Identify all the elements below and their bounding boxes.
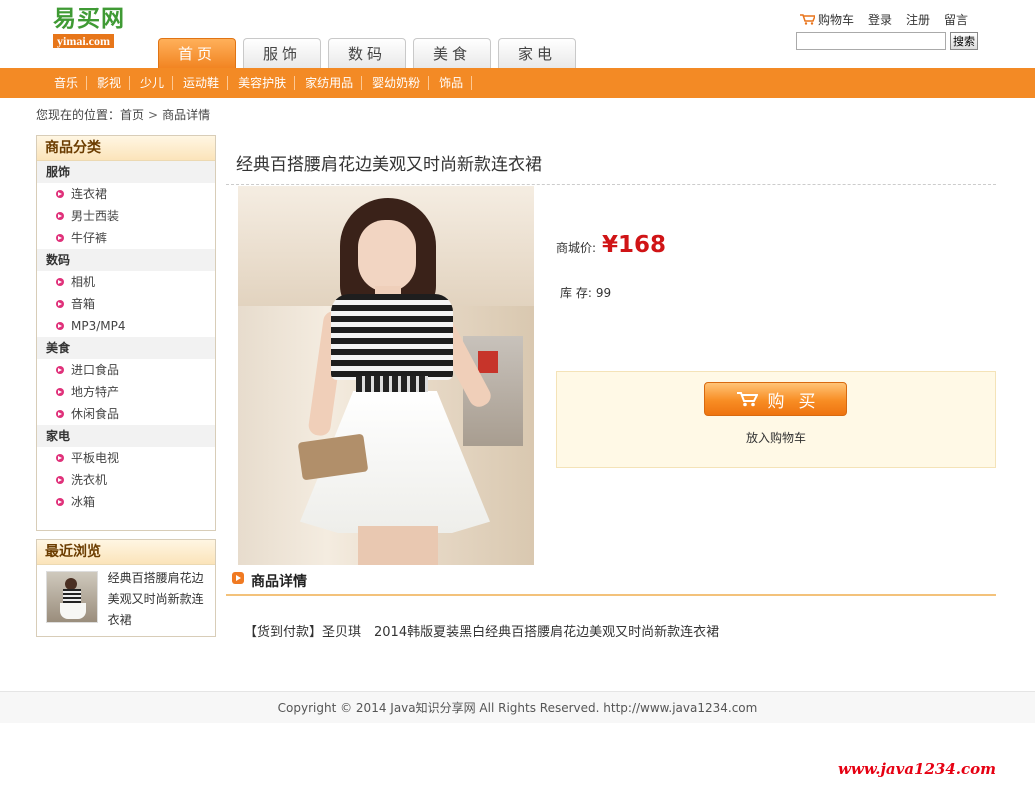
login-link[interactable]: 登录 (868, 11, 892, 28)
bullet-icon (56, 190, 64, 198)
subnav-item[interactable]: 少儿 (130, 76, 174, 90)
category-item[interactable]: 音箱 (37, 293, 215, 315)
tab-clothing[interactable]: 服饰 (243, 38, 321, 68)
product-title: 经典百搭腰肩花边美观又时尚新款连衣裙 (236, 155, 542, 175)
search-button[interactable]: 搜索 (950, 32, 978, 50)
recent-item-title[interactable]: 经典百搭腰肩花边美观又时尚新款连衣裙 (108, 568, 207, 635)
subnav-item[interactable]: 运动鞋 (173, 76, 229, 90)
tab-food[interactable]: 美食 (413, 38, 491, 68)
logo-text: 易买网 (53, 5, 125, 32)
bullet-icon (56, 366, 64, 374)
breadcrumb: 您现在的位置：首页 > 商品详情 (36, 106, 210, 123)
subnav-item[interactable]: 饰品 (429, 76, 473, 90)
category-group[interactable]: 数码 (37, 249, 215, 271)
top-links: 购物车 登录 注册 留言 (800, 11, 968, 28)
price-value: ¥168 (602, 232, 667, 258)
category-item[interactable]: 洗衣机 (37, 469, 215, 491)
tab-appliances[interactable]: 家电 (498, 38, 576, 68)
category-item[interactable]: 地方特产 (37, 381, 215, 403)
category-item[interactable]: 休闲食品 (37, 403, 215, 425)
sub-nav: 音乐 影视 少儿 运动鞋 美容护肤 家纺用品 婴幼奶粉 饰品 (0, 68, 1035, 98)
bullet-icon (56, 476, 64, 484)
category-item[interactable]: 牛仔裤 (37, 227, 215, 249)
cart-link[interactable]: 购物车 (800, 11, 854, 28)
category-box: 商品分类 服饰 连衣裙 男士西装 牛仔裤 数码 相机 音箱 MP3/MP4 美食… (36, 135, 216, 531)
buy-box: 购买 放入购物车 (556, 371, 996, 468)
footer: Copyright © 2014 Java知识分享网 All Rights Re… (0, 691, 1035, 723)
category-item[interactable]: 冰箱 (37, 491, 215, 513)
message-link[interactable]: 留言 (944, 11, 968, 28)
subnav-item[interactable]: 家纺用品 (295, 76, 363, 90)
bullet-icon (56, 388, 64, 396)
bullet-icon (56, 410, 64, 418)
logo-domain: yimai.com (53, 34, 114, 48)
search-input[interactable] (796, 32, 946, 50)
add-to-cart-link[interactable]: 放入购物车 (557, 429, 995, 446)
shopping-cart-icon (800, 14, 815, 25)
cart-label: 购物车 (818, 13, 855, 27)
detail-description: 【货到付款】圣贝琪 2014韩版夏装黑白经典百搭腰肩花边美观又时尚新款连衣裙 (244, 625, 720, 640)
recent-box: 最近浏览 经典百搭腰肩花边美观又时尚新款连衣裙 (36, 539, 216, 637)
category-item[interactable]: 进口食品 (37, 359, 215, 381)
bullet-icon (56, 300, 64, 308)
detail-title: 商品详情 (251, 574, 307, 590)
category-title: 商品分类 (37, 136, 215, 161)
recent-thumbnail[interactable] (46, 571, 98, 623)
price-label: 商城价: (556, 241, 597, 255)
bullet-icon (56, 454, 64, 462)
product-image (238, 186, 534, 565)
category-group[interactable]: 服饰 (37, 161, 215, 183)
breadcrumb-home-link[interactable]: 首页 (120, 108, 144, 122)
recent-title: 最近浏览 (37, 540, 215, 565)
search-bar: 搜索 (796, 32, 978, 50)
shopping-cart-icon (736, 392, 758, 407)
category-item[interactable]: 相机 (37, 271, 215, 293)
title-divider (226, 184, 996, 185)
stock-row: 库 存: 99 (556, 284, 611, 301)
arrow-icon (232, 572, 244, 584)
stock-label: 库 存: (560, 286, 592, 300)
bullet-icon (56, 498, 64, 506)
category-item[interactable]: MP3/MP4 (37, 315, 215, 337)
subnav-item[interactable]: 美容护肤 (228, 76, 296, 90)
site-logo[interactable]: 易买网 yimai.com (53, 6, 141, 48)
buy-button-label: 购买 (767, 391, 830, 412)
category-item[interactable]: 平板电视 (37, 447, 215, 469)
tab-digital[interactable]: 数码 (328, 38, 406, 68)
subnav-item[interactable]: 影视 (87, 76, 131, 90)
category-item[interactable]: 男士西装 (37, 205, 215, 227)
tab-home[interactable]: 首页 (158, 38, 236, 69)
breadcrumb-current: 商品详情 (162, 108, 211, 122)
subnav-item[interactable]: 音乐 (44, 76, 88, 90)
bullet-icon (56, 212, 64, 220)
main-nav: 首页 服饰 数码 美食 家电 (158, 38, 576, 69)
bullet-icon (56, 322, 64, 330)
stock-value: 99 (595, 286, 612, 300)
category-group[interactable]: 美食 (37, 337, 215, 359)
category-group[interactable]: 家电 (37, 425, 215, 447)
bullet-icon (56, 234, 64, 242)
buy-button[interactable]: 购买 (704, 382, 847, 416)
bullet-icon (56, 278, 64, 286)
category-item[interactable]: 连衣裙 (37, 183, 215, 205)
subnav-item[interactable]: 婴幼奶粉 (362, 76, 430, 90)
watermark: www.java1234.com (838, 760, 997, 778)
register-link[interactable]: 注册 (906, 11, 930, 28)
price-row: 商城价: ¥168 (556, 232, 666, 258)
breadcrumb-prefix: 您现在的位置： (36, 108, 121, 122)
recent-item[interactable]: 经典百搭腰肩花边美观又时尚新款连衣裙 (37, 565, 215, 635)
breadcrumb-separator: > (148, 108, 159, 122)
detail-header: 商品详情 (226, 570, 996, 596)
